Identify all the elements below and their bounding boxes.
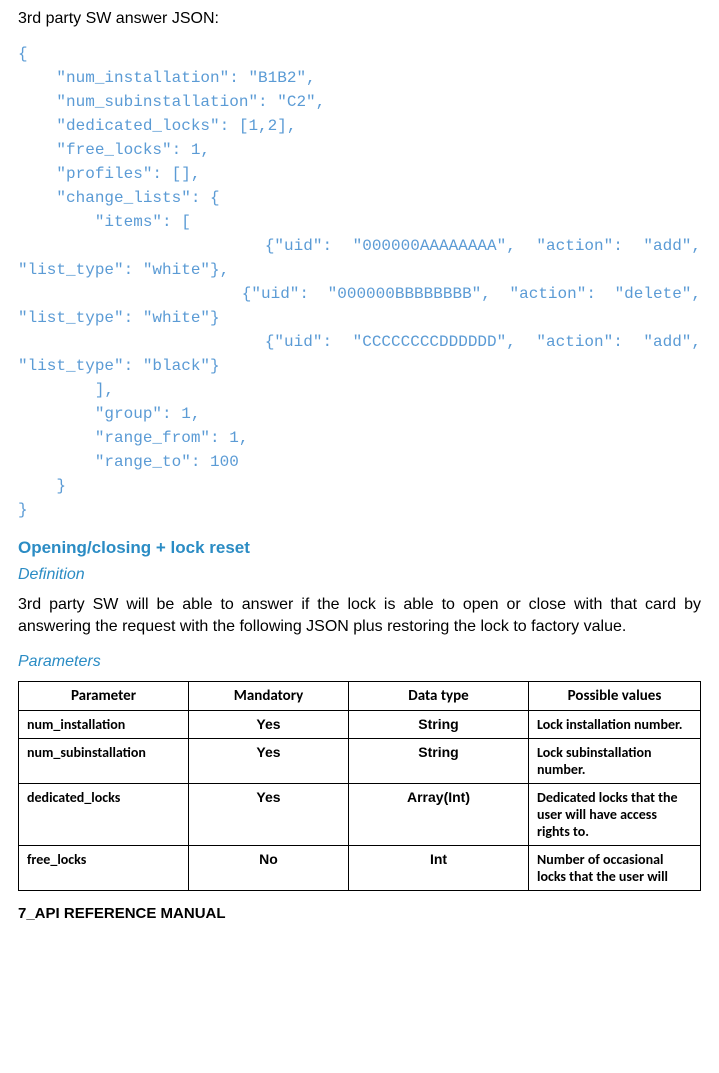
- code-line: {"uid": "000000AAAAAAAA", "action": "add…: [18, 234, 701, 258]
- code-line: "list_type": "white"},: [18, 258, 701, 282]
- cell-datatype: String: [349, 738, 529, 783]
- code-line: "list_type": "black"}: [18, 354, 701, 378]
- cell-datatype: String: [349, 710, 529, 738]
- cell-values: Number of occasional locks that the user…: [529, 845, 701, 890]
- cell-parameter: dedicated_locks: [19, 783, 189, 845]
- parameters-table: Parameter Mandatory Data type Possible v…: [18, 681, 701, 891]
- code-line: "range_from": 1,: [18, 426, 701, 450]
- json-code-block: { "num_installation": "B1B2", "num_subin…: [18, 42, 701, 522]
- table-row: num_installationYesStringLock installati…: [19, 710, 701, 738]
- cell-parameter: free_locks: [19, 845, 189, 890]
- definition-label: Definition: [18, 566, 701, 584]
- code-line: ],: [18, 378, 701, 402]
- cell-values: Dedicated locks that the user will have …: [529, 783, 701, 845]
- header-parameter: Parameter: [19, 681, 189, 710]
- code-line: {: [18, 42, 701, 66]
- page-footer: 7_API REFERENCE MANUAL: [18, 905, 701, 922]
- cell-datatype: Int: [349, 845, 529, 890]
- code-line: "free_locks": 1,: [18, 138, 701, 162]
- code-line: "num_subinstallation": "C2",: [18, 90, 701, 114]
- code-line: "dedicated_locks": [1,2],: [18, 114, 701, 138]
- cell-parameter: num_installation: [19, 710, 189, 738]
- code-line: "profiles": [],: [18, 162, 701, 186]
- cell-mandatory: Yes: [189, 710, 349, 738]
- definition-body: 3rd party SW will be able to answer if t…: [18, 594, 701, 639]
- code-line: "group": 1,: [18, 402, 701, 426]
- code-line: }: [18, 498, 701, 522]
- code-line: "num_installation": "B1B2",: [18, 66, 701, 90]
- cell-values: Lock installation number.: [529, 710, 701, 738]
- code-line: "range_to": 100: [18, 450, 701, 474]
- table-row: free_locksNoIntNumber of occasional lock…: [19, 845, 701, 890]
- code-line: "change_lists": {: [18, 186, 701, 210]
- cell-parameter: num_subinstallation: [19, 738, 189, 783]
- code-line: {"uid": "CCCCCCCCDDDDDD", "action": "add…: [18, 330, 701, 354]
- code-line: {"uid": "000000BBBBBBBB", "action": "del…: [18, 282, 701, 306]
- table-header-row: Parameter Mandatory Data type Possible v…: [19, 681, 701, 710]
- cell-mandatory: Yes: [189, 738, 349, 783]
- parameters-label: Parameters: [18, 653, 701, 671]
- cell-mandatory: Yes: [189, 783, 349, 845]
- header-values: Possible values: [529, 681, 701, 710]
- code-line: "items": [: [18, 210, 701, 234]
- code-line: "list_type": "white"}: [18, 306, 701, 330]
- cell-mandatory: No: [189, 845, 349, 890]
- header-datatype: Data type: [349, 681, 529, 710]
- table-row: dedicated_locksYesArray(Int)Dedicated lo…: [19, 783, 701, 845]
- header-mandatory: Mandatory: [189, 681, 349, 710]
- table-row: num_subinstallationYesStringLock subinst…: [19, 738, 701, 783]
- cell-values: Lock subinstallation number.: [529, 738, 701, 783]
- cell-datatype: Array(Int): [349, 783, 529, 845]
- code-line: }: [18, 474, 701, 498]
- section-heading: Opening/closing + lock reset: [18, 538, 701, 558]
- intro-title: 3rd party SW answer JSON:: [18, 10, 701, 28]
